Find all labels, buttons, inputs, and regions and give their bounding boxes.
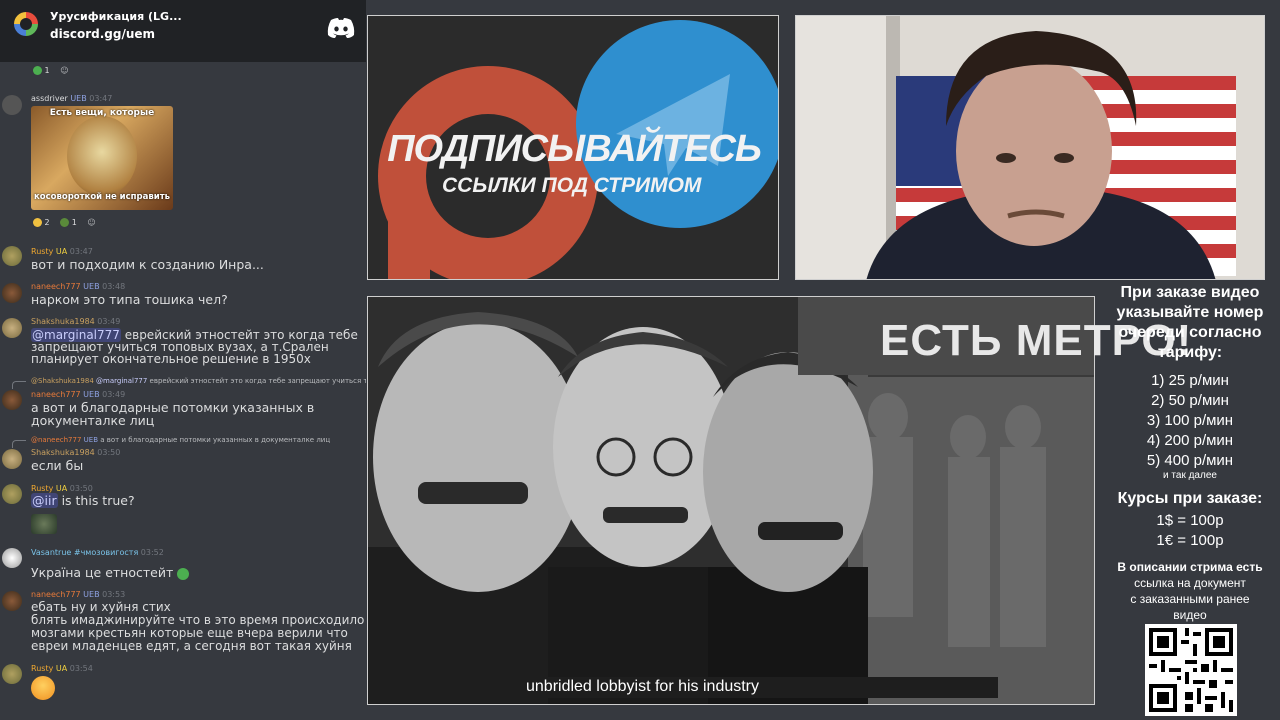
message-timestamp: 03:53 xyxy=(102,590,126,599)
frog-emoji-icon xyxy=(177,567,190,580)
username[interactable]: naneech777 UEB 03:48 xyxy=(31,282,125,291)
message-timestamp: 03:50 xyxy=(69,484,93,493)
webcam-feed xyxy=(795,15,1265,280)
message-text: документалке лиц xyxy=(31,413,155,428)
avatar[interactable] xyxy=(2,591,22,611)
reaction-pill[interactable]: 2 1 ☺ xyxy=(33,218,96,227)
message-timestamp: 03:47 xyxy=(89,94,113,103)
rates-title: Курсы при заказе: xyxy=(1117,490,1263,507)
message-timestamp: 03:54 xyxy=(69,664,93,673)
patreon-bar xyxy=(388,166,430,279)
reaction-pill[interactable]: 1 ☺ xyxy=(33,66,69,75)
webcam-scene xyxy=(796,16,1264,279)
rate-item: 1€ = 100р xyxy=(1156,532,1224,549)
info-text: указывайте номер xyxy=(1116,304,1264,321)
message-text: если бы xyxy=(31,458,84,473)
tariff-item: 3) 100 р/мин xyxy=(1146,412,1234,429)
discord-logo-icon xyxy=(327,18,355,38)
message-timestamp: 03:49 xyxy=(97,317,121,326)
message-text: @iir is this true? xyxy=(31,493,135,508)
username[interactable]: naneech777 UEB 03:49 xyxy=(31,390,125,399)
frog-emoji-icon xyxy=(33,66,42,75)
username[interactable]: Shakshuka1984 03:50 xyxy=(31,448,120,457)
user-badge: UEB xyxy=(83,282,100,291)
info-text: очереди согласно xyxy=(1118,324,1262,341)
custom-emoji-icon xyxy=(60,218,70,227)
subscribe-banner: ПОДПИСЫВАЙТЕСЬ ССЫЛКИ ПОД СТРИМОМ xyxy=(367,15,779,280)
reply-line xyxy=(12,381,26,389)
user-badge: UEB xyxy=(83,390,100,399)
user-mention[interactable]: @iir xyxy=(31,493,58,508)
avatar[interactable] xyxy=(2,95,22,115)
crowd-figures xyxy=(863,393,1046,647)
message-timestamp: 03:52 xyxy=(140,548,164,557)
info-text: и так далее xyxy=(1163,470,1217,481)
message-timestamp: 03:48 xyxy=(102,282,126,291)
shocked-emoji-icon xyxy=(31,676,55,700)
add-reaction-icon[interactable]: ☺ xyxy=(60,66,68,75)
server-name: Урусификация (LG... xyxy=(50,10,182,23)
tariff-item: 5) 400 р/мин xyxy=(1146,452,1234,469)
message-text: вот и подходим к созданию Инра... xyxy=(31,257,264,272)
avatar[interactable] xyxy=(2,548,22,568)
discord-chat-panel: Урусификация (LG... discord.gg/uem 1 ☺ a… xyxy=(0,0,366,720)
video-subtitle: unbridled lobbyist for his industry xyxy=(520,677,998,698)
message-text: евреи младенцев едят, а сегодня вот така… xyxy=(31,639,352,653)
message-text: нарком это типа тошика чел? xyxy=(31,292,228,307)
info-text: видео xyxy=(1173,608,1207,622)
username[interactable]: Vasantrue #чмозовигостя 03:52 xyxy=(31,548,164,557)
tariff-item: 4) 200 р/мин xyxy=(1146,432,1234,449)
info-text: тарифу: xyxy=(1157,344,1223,361)
user-badge: UEB xyxy=(70,94,87,103)
user-badge: UEB xyxy=(83,590,100,599)
message-timestamp: 03:49 xyxy=(102,390,126,399)
avatar[interactable] xyxy=(2,246,22,266)
rate-item: 1$ = 100р xyxy=(1156,512,1224,529)
add-reaction-icon[interactable]: ☺ xyxy=(87,218,95,227)
username[interactable]: naneech777 UEB 03:53 xyxy=(31,590,125,599)
reply-preview[interactable]: @Shakshuka1984 @marginal777 еврейский эт… xyxy=(31,377,366,385)
server-icon[interactable] xyxy=(14,12,38,36)
avatar[interactable] xyxy=(2,484,22,504)
user-badge: UA xyxy=(55,484,68,493)
message-text: ебать ну и хуйня стих xyxy=(31,600,171,614)
frame-shape xyxy=(67,116,137,196)
banner-title: ПОДПИСЫВАЙТЕСЬ xyxy=(387,128,762,170)
username[interactable]: Shakshuka1984 03:49 xyxy=(31,317,120,326)
historical-portrait xyxy=(368,312,873,704)
user-badge: UA xyxy=(55,247,68,256)
server-invite-link[interactable]: discord.gg/uem xyxy=(50,27,155,41)
tariff-item: 1) 25 р/мин xyxy=(1151,372,1229,389)
avatar[interactable] xyxy=(2,449,22,469)
sticker-image[interactable] xyxy=(31,514,57,534)
avatar[interactable] xyxy=(2,664,22,684)
info-text: ссылка на документ xyxy=(1134,576,1246,590)
message-text: блять имаджинируйте что в это время прои… xyxy=(31,613,366,627)
tariff-item: 2) 50 р/мин xyxy=(1151,392,1229,409)
message-text: Україна це етностейт xyxy=(31,566,190,580)
avatar[interactable] xyxy=(2,318,22,338)
reply-line xyxy=(12,440,26,448)
qr-code-icon[interactable] xyxy=(1145,624,1237,716)
info-text: При заказе видео xyxy=(1120,284,1260,301)
laugh-emoji-icon xyxy=(33,218,42,227)
message-timestamp: 03:47 xyxy=(69,247,93,256)
avatar[interactable] xyxy=(2,283,22,303)
username[interactable]: Rusty UA 03:54 xyxy=(31,664,93,673)
message-text: мозгами крестьян которые еще вчера верил… xyxy=(31,626,348,640)
username[interactable]: Rusty UA 03:50 xyxy=(31,484,93,493)
username[interactable]: Rusty UA 03:47 xyxy=(31,247,93,256)
message-text: планирует окончательное решение в 1950х xyxy=(31,352,311,366)
info-text: В описании стрима есть xyxy=(1117,560,1263,574)
message-timestamp: 03:50 xyxy=(97,448,121,457)
user-badge: #чмозовигостя xyxy=(73,548,139,557)
avatar[interactable] xyxy=(2,390,22,410)
meme-image[interactable]: Есть вещи, которые косовороткой не испра… xyxy=(31,106,173,210)
reply-preview[interactable]: @naneech777 UEB а вот и благодарные пото… xyxy=(31,436,330,444)
info-text: с заказанными ранее xyxy=(1130,592,1250,606)
chat-header: Урусификация (LG... discord.gg/uem xyxy=(0,0,366,62)
user-badge: UA xyxy=(55,664,68,673)
username[interactable]: assdriver UEB 03:47 xyxy=(31,94,112,103)
banner-subtitle: ССЫЛКИ ПОД СТРИМОМ xyxy=(442,174,702,197)
